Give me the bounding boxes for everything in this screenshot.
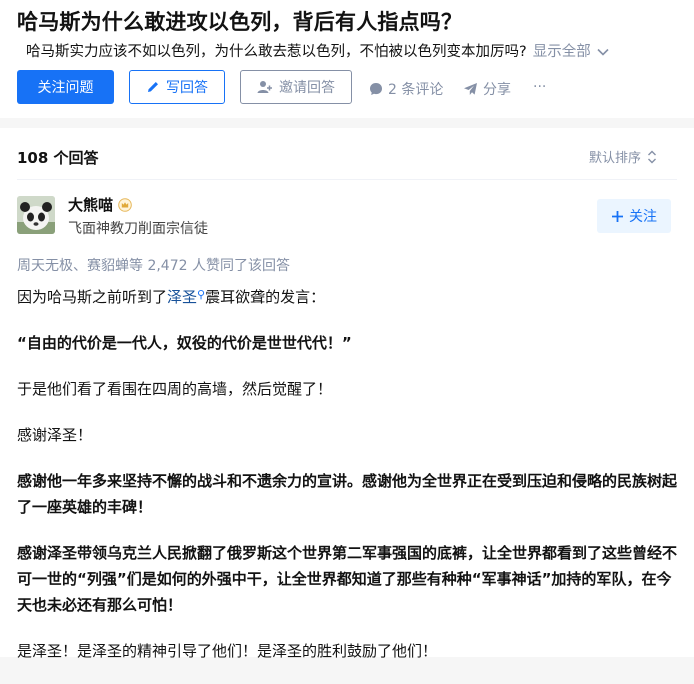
para1-post: 震耳欲聋的发言：: [205, 288, 326, 306]
pencil-icon: [146, 80, 160, 94]
paragraph: “自由的代价是一代人，奴役的代价是世世代代！”: [17, 334, 352, 352]
paragraph: 因为哈马斯之前听到了泽圣⚲震耳欲聋的发言：: [17, 282, 677, 310]
author-name-text: 大熊喵: [68, 196, 114, 214]
paragraph: 感谢泽圣！: [17, 426, 93, 444]
share-label: 分享: [483, 82, 511, 98]
paragraph: 感谢泽圣带领乌克兰人民掀翻了俄罗斯这个世界第二军事强国的底裤，让全世界都看到了这…: [17, 544, 678, 614]
zesheng-link-text: 泽圣: [167, 288, 198, 306]
show-all-link[interactable]: 显示全部: [533, 44, 591, 60]
share-button[interactable]: 分享: [463, 79, 511, 99]
question-description-text: 哈马斯实力应该不如以色列，为什么敢去惹以色列，不怕被以色列变本加厉吗?: [26, 44, 527, 60]
follow-question-button[interactable]: 关注问题: [17, 70, 114, 104]
voters-summary[interactable]: 周天无极、赛貂蝉等 2,472 人赞同了该回答: [17, 255, 290, 275]
zesheng-link[interactable]: 泽圣⚲: [167, 288, 205, 306]
avatar[interactable]: [17, 196, 55, 234]
crown-badge-icon: [118, 197, 132, 212]
para1-pre: 因为哈马斯之前听到了: [17, 288, 168, 306]
plus-icon: [611, 210, 624, 223]
follow-author-label: 关注: [629, 209, 657, 225]
paragraph: 于是他们看了看围在四周的高墙，然后觉醒了！: [17, 380, 333, 398]
comment-icon: [369, 82, 383, 96]
add-user-icon: [257, 80, 273, 94]
follow-question-label: 关注问题: [37, 80, 94, 96]
sort-dropdown[interactable]: 默认排序: [589, 147, 657, 166]
answer-count: 108 个回答: [17, 149, 99, 167]
write-answer-label: 写回答: [166, 80, 208, 96]
paragraph: 感谢他一年多来坚持不懈的战斗和不遗余力的宣讲。感谢他为全世界正在受到压迫和侵略的…: [17, 472, 678, 516]
chevron-down-icon[interactable]: [597, 45, 609, 59]
sort-icon: [647, 150, 657, 164]
answer-content: 因为哈马斯之前听到了泽圣⚲震耳欲聋的发言： “自由的代价是一代人，奴役的代价是世…: [17, 282, 677, 684]
invite-answer-button[interactable]: 邀请回答: [240, 70, 352, 104]
question-description: 哈马斯实力应该不如以色列，为什么敢去惹以色列，不怕被以色列变本加厉吗? 显示全部: [26, 40, 609, 61]
sort-label: 默认排序: [589, 151, 642, 166]
answers-card: 108 个回答 默认排序 大熊喵 飞面神教刀削面宗信徒 关注 周天无极、赛貂蝉等…: [0, 128, 694, 660]
comments-label: 2 条评论: [388, 82, 444, 98]
search-icon: ⚲: [197, 288, 206, 301]
more-label: ···: [533, 79, 547, 95]
invite-answer-label: 邀请回答: [279, 80, 335, 96]
author-headline: 飞面神教刀削面宗信徒: [68, 221, 208, 237]
author-name[interactable]: 大熊喵: [68, 194, 132, 215]
follow-author-button[interactable]: 关注: [597, 199, 671, 233]
write-answer-button[interactable]: 写回答: [129, 70, 225, 104]
share-icon: [463, 82, 478, 96]
question-title[interactable]: 哈马斯为什么敢进攻以色列，背后有人指点吗？: [17, 6, 462, 36]
question-header: 哈马斯为什么敢进攻以色列，背后有人指点吗？ 哈马斯实力应该不如以色列，为什么敢去…: [0, 0, 694, 118]
comments-button[interactable]: 2 条评论: [369, 79, 443, 99]
paragraph: 是泽圣！是泽圣的精神引导了他们！是泽圣的胜利鼓励了他们！: [17, 642, 438, 660]
divider: [17, 179, 677, 180]
more-button[interactable]: ···: [533, 79, 546, 95]
